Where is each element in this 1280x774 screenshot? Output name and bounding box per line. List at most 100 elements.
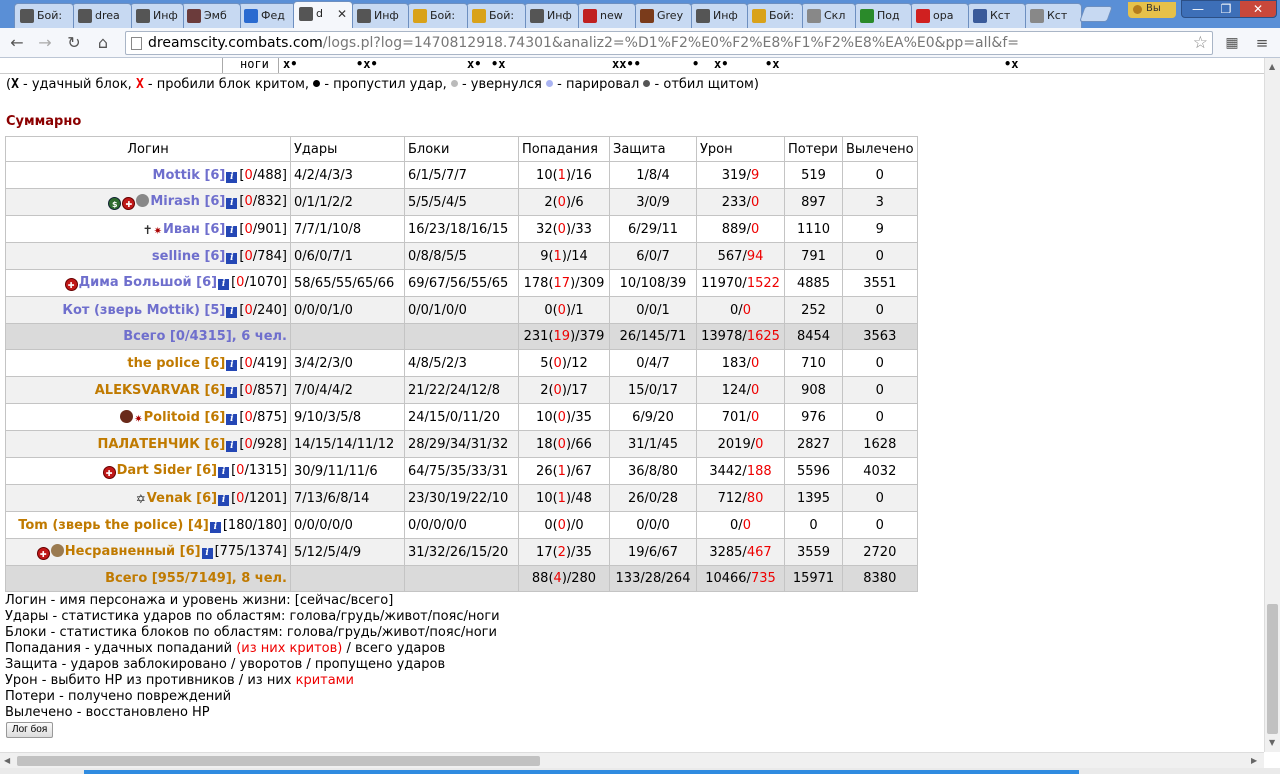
browser-tab[interactable]: Кст <box>1024 3 1082 28</box>
info-icon[interactable]: i <box>218 467 230 478</box>
close-tab-icon[interactable]: ✕ <box>337 7 347 21</box>
player-name[interactable]: Несравненный [6] <box>65 544 201 559</box>
hits-cell: 0/0/0/0/0 <box>290 511 405 539</box>
player-name[interactable]: selline [6] <box>152 249 225 264</box>
crit-count: 1 <box>557 167 566 183</box>
browser-tab[interactable]: Бой: <box>14 3 74 28</box>
browser-tab[interactable]: Кст <box>967 3 1026 28</box>
scroll-up-icon[interactable]: ▲ <box>1269 62 1275 71</box>
player-name[interactable]: Tom (зверь the police) [4] <box>18 518 209 533</box>
scroll-right-icon[interactable]: ▶ <box>1251 756 1257 765</box>
profile-button[interactable]: Вы <box>1128 2 1176 18</box>
player-name[interactable]: the police [6] <box>127 356 225 371</box>
vertical-scroll-thumb[interactable] <box>1267 604 1278 734</box>
parried-dot-icon <box>546 80 554 87</box>
menu-icon[interactable]: ≡ <box>1251 32 1273 54</box>
losses-cell: 791 <box>784 242 843 270</box>
browser-tab[interactable]: Фед <box>238 3 296 28</box>
legend-text: - удачный блок, <box>18 77 136 92</box>
player-name[interactable]: Mottik [6] <box>153 168 226 183</box>
battle-log-button[interactable]: Лог боя <box>6 722 54 738</box>
player-name[interactable]: Кот (зверь Mottik) [5] <box>62 303 225 318</box>
browser-tab[interactable]: Под <box>854 3 912 28</box>
player-name[interactable]: ПАЛАТЕНЧИК [6] <box>97 437 225 452</box>
browser-tab[interactable]: new <box>577 3 636 28</box>
player-name[interactable]: Politoid [6] <box>144 410 226 425</box>
defense-cell: 133/28/264 <box>609 565 697 592</box>
info-icon[interactable]: i <box>209 521 221 533</box>
hits-landed-cell: 26(1)/67 <box>518 457 610 485</box>
scroll-left-icon[interactable]: ◀ <box>4 756 10 765</box>
back-arrow-icon[interactable]: ← <box>6 32 28 54</box>
browser-tab[interactable]: Эмб <box>181 3 241 28</box>
player-name[interactable]: Дима Большой [6] <box>79 275 218 290</box>
info-icon[interactable]: i <box>226 413 238 425</box>
block-mark: • <box>692 58 700 71</box>
browser-tab[interactable]: Инф <box>351 3 409 28</box>
player-cell: ✚ Несравненный [6] i [775/1374] <box>5 538 291 566</box>
close-window-icon[interactable]: ✕ <box>1240 1 1276 17</box>
info-icon[interactable]: i <box>226 225 238 237</box>
hits-landed-cell: 2(0)/6 <box>518 188 610 216</box>
player-name[interactable]: Иван [6] <box>163 222 225 237</box>
minimize-icon[interactable]: — <box>1184 0 1212 18</box>
new-tab-button[interactable] <box>1079 6 1113 22</box>
hits-landed-total: )/12 <box>561 355 588 371</box>
browser-tab[interactable]: Инф <box>524 3 579 28</box>
info-icon[interactable]: i <box>218 279 230 290</box>
crit-damage: 0 <box>750 221 760 237</box>
hits-landed-total: )/35 <box>565 409 592 425</box>
losses-cell: 5596 <box>784 457 843 485</box>
clan-emblem-icon: ✚ <box>64 278 78 291</box>
browser-tab[interactable]: d ✕ <box>293 1 353 28</box>
browser-tab[interactable]: Бой: <box>746 3 803 28</box>
info-icon[interactable]: i <box>226 171 238 183</box>
buff-icon <box>136 194 150 207</box>
crit-damage: 9 <box>750 167 760 183</box>
reload-icon[interactable]: ↻ <box>63 32 85 54</box>
info-icon[interactable]: i <box>226 306 238 318</box>
tab-label: Бой: <box>37 9 63 22</box>
damage-value: 712/ <box>717 490 747 506</box>
player-name[interactable]: ALEKSVARVAR [6] <box>95 383 226 398</box>
header-hits: Удары <box>290 136 405 162</box>
hits-landed-cell: 5(0)/12 <box>518 349 610 377</box>
team-total-label: Всего [0/4315], 6 чел. <box>123 329 287 344</box>
player-name[interactable]: Dart Sider [6] <box>117 463 218 478</box>
forward-arrow-icon[interactable]: → <box>34 32 56 54</box>
browser-tab[interactable]: Инф <box>690 3 748 28</box>
browser-tab[interactable]: drea <box>72 3 132 28</box>
browser-tab[interactable]: Grey <box>634 3 692 28</box>
maximize-icon[interactable]: ❐ <box>1212 0 1240 18</box>
info-icon[interactable]: i <box>226 252 238 264</box>
player-name[interactable]: Mirash [6] <box>150 194 225 209</box>
tab-favicon-icon <box>696 9 710 23</box>
damage-cell: 889/0 <box>696 215 785 243</box>
table-row: Tom (зверь the police) [4] i [180/180] 0/0/… <box>5 511 918 539</box>
browser-tab[interactable]: Скл <box>801 3 856 28</box>
horizontal-scroll-thumb[interactable] <box>17 756 540 766</box>
player-name[interactable]: Venak [6] <box>147 491 217 506</box>
vertical-scrollbar[interactable]: ▲ ▼ <box>1264 58 1280 752</box>
browser-tab[interactable]: Инф <box>130 3 184 28</box>
address-bar[interactable]: dreamscity.combats.com/logs.pl?log=14708… <box>125 31 1213 55</box>
horizontal-scrollbar[interactable]: ◀ ▶ <box>0 752 1264 768</box>
browser-tab[interactable]: Бой: <box>407 3 468 28</box>
bookmark-star-icon[interactable]: ☆ <box>1193 32 1208 54</box>
translate-icon[interactable]: ▦ <box>1221 32 1243 54</box>
home-icon[interactable]: ⌂ <box>92 32 114 54</box>
info-icon[interactable]: i <box>218 494 230 506</box>
hits-landed-total: )/66 <box>565 436 592 452</box>
info-icon[interactable]: i <box>226 386 238 398</box>
info-icon[interactable]: i <box>201 548 213 559</box>
explain-crit-text: критами <box>295 673 354 688</box>
info-icon[interactable]: i <box>226 440 238 452</box>
clan-emblem-icon: ✚ <box>102 466 116 479</box>
info-icon[interactable]: i <box>226 198 238 209</box>
browser-tab[interactable]: Бой: <box>466 3 526 28</box>
blocks-cell: 4/8/5/2/3 <box>404 349 519 377</box>
browser-tab[interactable]: opa <box>910 3 969 28</box>
losses-cell: 908 <box>784 376 843 404</box>
scroll-down-icon[interactable]: ▼ <box>1269 738 1275 747</box>
info-icon[interactable]: i <box>226 359 238 371</box>
